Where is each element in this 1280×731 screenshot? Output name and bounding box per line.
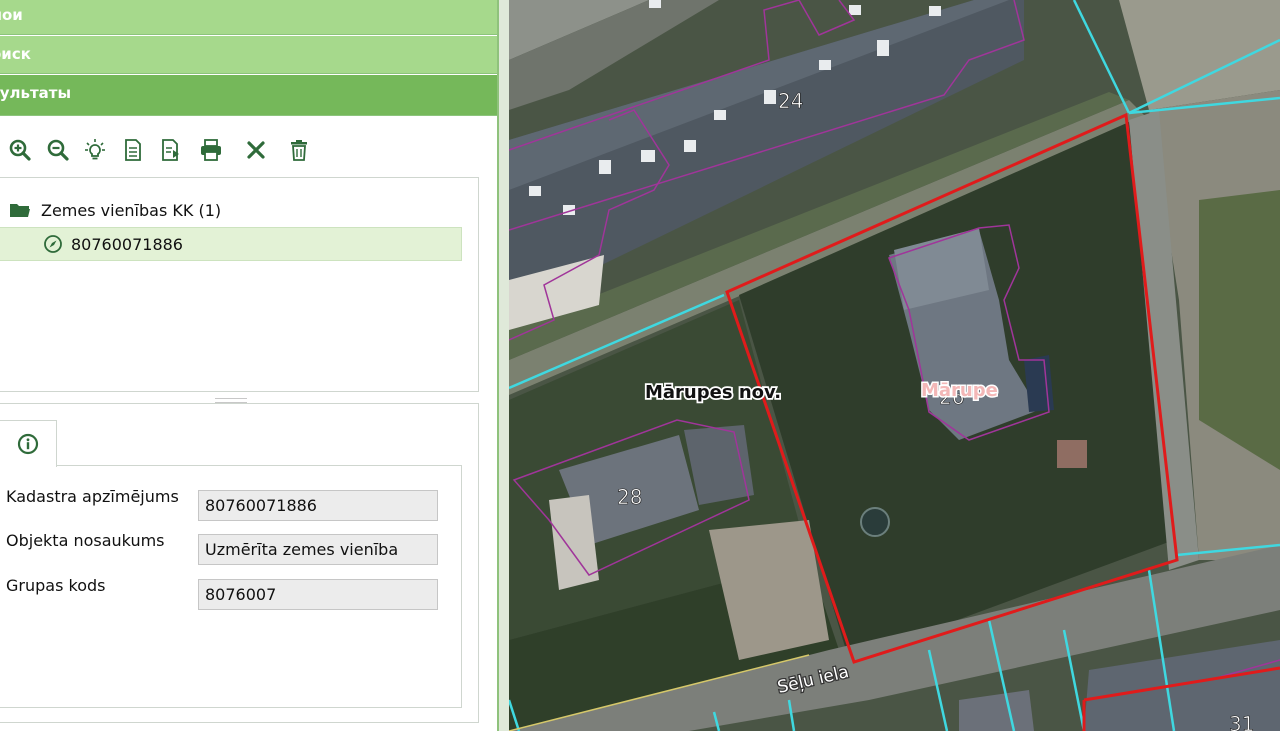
accordion-results-label: зультаты [0,84,72,102]
field-label-group-code: Grupas kods [6,576,106,595]
folder-open-icon [10,204,30,217]
print-icon [201,139,221,161]
zoom-out-button[interactable] [44,134,72,166]
map-view[interactable]: 24 28 26 31 Mārupes nov. Mārupe Sēļu iel… [509,0,1280,731]
tree-result-item[interactable]: 80760071886 [0,227,462,261]
accordion-search[interactable]: оиск [0,36,497,74]
highlight-button[interactable] [81,134,109,166]
results-tree: Zemes vienības KK (1) 80760071886 [0,177,479,392]
document-button[interactable] [119,134,147,166]
print-button[interactable] [197,134,225,166]
tree-group-label: Zemes vienības KK (1) [41,200,222,220]
field-value-cadastre[interactable]: 80760071886 [198,490,438,521]
zoom-in-button[interactable] [6,134,34,166]
accordion-search-label: оиск [0,45,31,63]
field-label-object-name: Objekta nosaukums [6,531,165,550]
details-panel: Kadastra apzīmējums 80760071886 Objekta … [0,403,479,723]
map-label-building-31: 31 [1229,712,1254,731]
clear-button[interactable] [242,134,270,166]
results-panel: Zemes vienības KK (1) 80760071886 Kadast… [0,116,498,731]
export-icon [162,139,179,161]
tab-info[interactable] [0,420,57,467]
field-value-object-name[interactable]: Uzmērīta zemes vienība [198,534,438,565]
document-icon [125,139,141,161]
map-label-municipality: Mārupes nov. [645,382,781,403]
left-panel: лои оиск зультаты [0,0,500,731]
export-button[interactable] [157,134,185,166]
tree-item-label: 80760071886 [71,234,183,254]
accordion-results[interactable]: зультаты [0,75,497,116]
delete-button[interactable] [285,134,313,166]
tree-group-row[interactable]: Zemes vienības KK (1) [9,198,221,222]
attributes-table: Kadastra apzīmējums 80760071886 Objekta … [0,465,462,708]
map-label-building-24: 24 [778,89,803,113]
info-icon [17,433,39,455]
map-label-building-28: 28 [617,485,642,509]
accordion-layers-label: лои [0,6,23,24]
map-canvas[interactable]: 24 28 26 31 Mārupes nov. Mārupe Sēļu iel… [509,0,1280,731]
compass-icon [44,235,62,253]
highlight-icon [85,139,105,160]
map-label-town: Mārupe [921,380,998,401]
results-toolbar [0,134,420,166]
close-icon [247,141,265,159]
accordion-layers[interactable]: лои [0,0,497,35]
zoom-in-icon [9,139,31,161]
trash-icon [291,140,307,161]
field-label-cadastre: Kadastra apzīmējums [6,487,179,506]
zoom-out-icon [47,139,69,161]
field-value-group-code[interactable]: 8076007 [198,579,438,610]
panel-divider[interactable] [497,0,509,731]
